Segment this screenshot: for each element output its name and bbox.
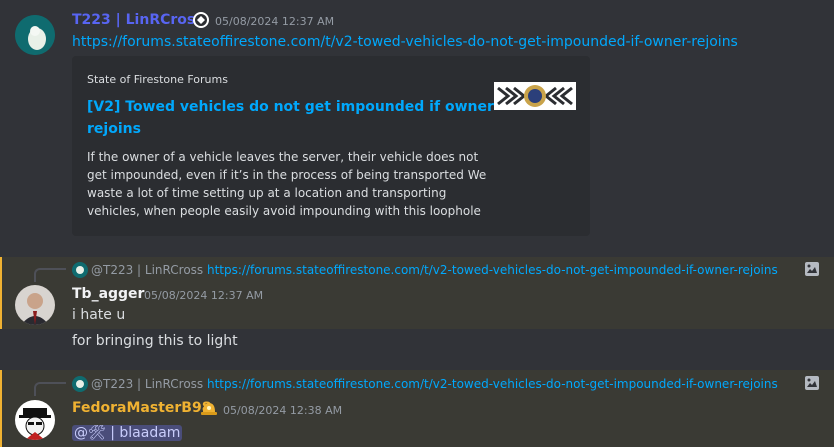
embed-thumbnail[interactable]: [494, 82, 576, 110]
reply-link[interactable]: https://forums.stateoffirestone.com/t/v2…: [207, 263, 778, 277]
embed-desc-line: get impounded, even if it’s in the proce…: [87, 168, 487, 182]
message-text: for bringing this to light: [72, 333, 238, 349]
user-mention[interactable]: @🛠 | blaadam: [72, 425, 183, 441]
reply-connector: [34, 268, 66, 282]
reply-connector: [34, 382, 66, 396]
reply-avatar-icon: [72, 262, 88, 278]
embed-title[interactable]: [V2] Towed vehicles do not get impounded…: [87, 96, 494, 140]
link-embed: State of Firestone Forums [V2] Towed veh…: [72, 56, 590, 236]
reply-author[interactable]: @T223 | LinRCross: [91, 263, 203, 277]
mention-highlight-bar: [0, 370, 2, 447]
reply-avatar-icon: [72, 376, 88, 392]
embed-desc-line: waste a lot of time setting up at a loca…: [87, 186, 447, 200]
badge-icon: [192, 11, 210, 29]
message-author[interactable]: FedoraMasterB98: [72, 400, 211, 416]
avatar[interactable]: [15, 285, 55, 325]
message-author[interactable]: Tb_agger: [72, 286, 144, 302]
user-avatar-icon: [15, 15, 55, 55]
image-icon: [804, 261, 820, 277]
embed-site-name[interactable]: State of Firestone Forums: [87, 73, 228, 86]
user-avatar-icon: [15, 400, 55, 440]
message-timestamp: 05/08/2024 12:37 AM: [215, 15, 335, 28]
mention-highlight-bar: [0, 257, 2, 329]
reply-preview[interactable]: @T223 | LinRCross https://forums.stateof…: [91, 263, 778, 277]
reply-link[interactable]: https://forums.stateoffirestone.com/t/v2…: [207, 377, 778, 391]
image-icon: [804, 375, 820, 391]
message-author[interactable]: T223 | LinRCross: [72, 12, 204, 28]
message-timestamp: 05/08/2024 12:38 AM: [223, 404, 343, 417]
message-timestamp: 05/08/2024 12:37 AM: [144, 289, 264, 302]
user-avatar-icon: [15, 285, 55, 325]
role-icon: [199, 398, 219, 418]
message-text: @🛠 | blaadam: [72, 422, 183, 441]
reply-author[interactable]: @T223 | LinRCross: [91, 377, 203, 391]
avatar[interactable]: [15, 15, 55, 55]
embed-title-line: [V2] Towed vehicles do not get impounded…: [87, 99, 494, 115]
embed-description: If the owner of a vehicle leaves the ser…: [87, 148, 487, 220]
embed-desc-line: If the owner of a vehicle leaves the ser…: [87, 150, 479, 164]
message-text: i hate u: [72, 307, 126, 323]
message-link[interactable]: https://forums.stateoffirestone.com/t/v2…: [72, 34, 738, 50]
embed-desc-line: vehicles, when people easily avoid impou…: [87, 204, 481, 218]
reply-preview[interactable]: @T223 | LinRCross https://forums.stateof…: [91, 377, 778, 391]
avatar[interactable]: [15, 400, 55, 440]
embed-title-line: rejoins: [87, 121, 141, 137]
